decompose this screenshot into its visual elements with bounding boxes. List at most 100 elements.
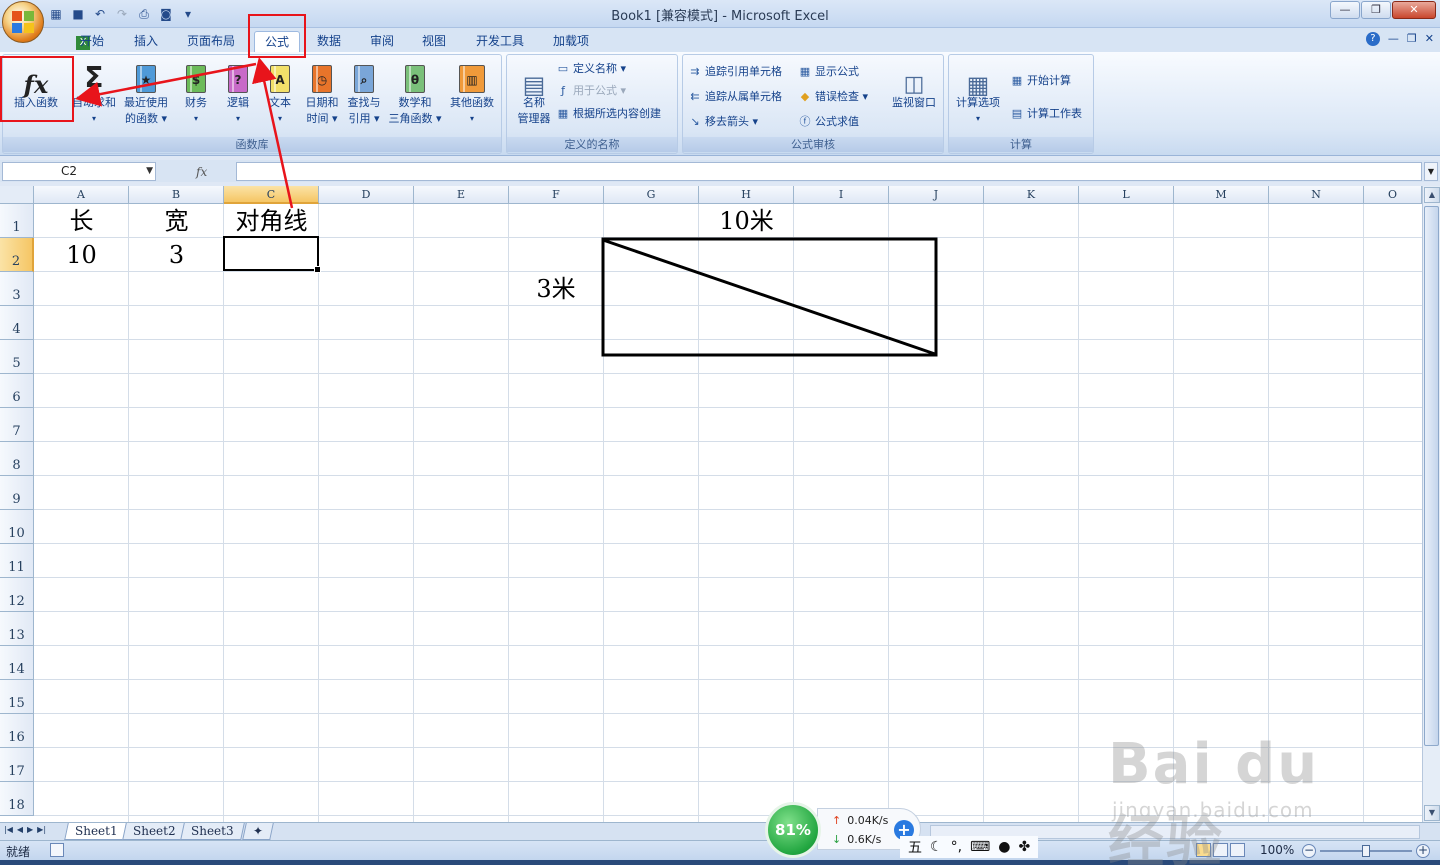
evaluate-formula-icon: ⓕ [799, 115, 811, 128]
first-sheet-icon[interactable]: |◀ [4, 825, 13, 834]
zoom-out-icon[interactable]: − [1302, 844, 1316, 858]
ime-mode[interactable]: 五 [908, 837, 922, 857]
punctuation-icon[interactable]: °, [951, 839, 962, 855]
sheet-tab-2[interactable]: Sheet2 [122, 823, 187, 840]
trace-dependents-icon: ⇇ [690, 90, 700, 103]
scroll-up-icon[interactable]: ▲ [1424, 187, 1440, 203]
page-break-view-icon[interactable] [1230, 843, 1245, 857]
group-calculation: ▦ 计算选项 ▾ ▦ 开始计算 ▤ 计算工作表 计算 [948, 54, 1094, 154]
trace-dependents-button[interactable]: ⇇ 追踪从属单元格 [687, 88, 782, 106]
name-box-dropdown-icon[interactable]: ▼ [146, 163, 153, 180]
restore-button[interactable]: ❐ [1361, 1, 1391, 19]
calc-sheet-button[interactable]: ▤ 计算工作表 [1009, 105, 1082, 123]
zoom-in-icon[interactable]: + [1416, 844, 1430, 858]
tab-review[interactable]: 审阅 [360, 31, 404, 52]
network-monitor-widget[interactable]: ↑ 0.04K/s ↓ 0.6K/s + 81% [765, 802, 921, 858]
math-label-2: 三角函数 ▾ [388, 112, 442, 125]
group-label-defined-names: 定义的名称 [507, 137, 677, 152]
memory-usage-ball[interactable]: 81% [765, 802, 821, 858]
normal-view-icon[interactable] [1196, 843, 1211, 857]
math-trig-button[interactable]: θ 数学和 三角函数 ▾ [385, 59, 445, 127]
prev-sheet-icon[interactable]: ◀ [17, 825, 23, 834]
text-book-icon: A [270, 65, 290, 93]
last-sheet-icon[interactable]: ▶| [37, 825, 46, 834]
vertical-scrollbar[interactable]: ▲ ▼ [1422, 186, 1440, 822]
group-label-formula-auditing: 公式审核 [683, 137, 943, 152]
tab-insert[interactable]: 插入 [124, 31, 168, 52]
office-button[interactable] [2, 1, 44, 43]
insert-sheet-icon[interactable]: ✦ [242, 823, 274, 840]
financial-book-icon: $ [186, 65, 206, 93]
sheet-navigation: |◀ ◀ ▶ ▶| [4, 825, 46, 834]
error-checking-button[interactable]: ◆ 错误检查 ▾ [797, 88, 868, 106]
name-manager-label-1: 名称 [523, 96, 545, 109]
calc-now-button[interactable]: ▦ 开始计算 [1009, 72, 1071, 90]
tab-developer[interactable]: 开发工具 [466, 31, 534, 52]
define-name-button[interactable]: ▭ 定义名称 ▾ [555, 60, 626, 78]
ribbon-close-icon[interactable]: ✕ [1425, 32, 1434, 46]
help-icon[interactable]: ? [1365, 32, 1380, 46]
ribbon-restore-icon[interactable]: ❐ [1407, 32, 1417, 46]
math-label-1: 数学和 [398, 96, 432, 109]
scroll-down-icon[interactable]: ▼ [1424, 805, 1440, 821]
calc-options-button[interactable]: ▦ 计算选项 ▾ [951, 59, 1005, 127]
page-layout-view-icon[interactable] [1213, 843, 1228, 857]
tab-home[interactable]: 开始 [70, 31, 114, 52]
macro-record-icon[interactable] [50, 843, 64, 857]
tab-addins[interactable]: 加载项 [543, 31, 599, 52]
minimize-button[interactable]: — [1330, 1, 1360, 19]
recent-functions-button[interactable]: ★ 最近使用 的函数 ▾ [121, 59, 171, 127]
view-buttons [1196, 843, 1245, 857]
insert-function-fx-icon[interactable]: fx [196, 165, 207, 179]
sheet-tab-3[interactable]: Sheet3 [180, 823, 245, 840]
watch-window-button[interactable]: ◫ 监视窗口 [887, 59, 941, 111]
sheet-tab-1[interactable]: Sheet1 [64, 823, 129, 840]
name-box[interactable]: C2 ▼ [2, 162, 156, 181]
calc-options-dropdown-icon: ▾ [975, 114, 980, 123]
tab-page-layout[interactable]: 页面布局 [177, 31, 245, 52]
group-label-function-library: 函数库 [3, 137, 501, 152]
autosum-button[interactable]: Σ 自动求和 ▾ [69, 59, 119, 127]
zoom-level[interactable]: 100% [1260, 843, 1294, 857]
download-arrow-icon: ↓ [832, 833, 842, 846]
datetime-book-icon: ◷ [312, 65, 332, 93]
soft-keyboard-icon[interactable]: ⌨ [970, 839, 990, 855]
scroll-thumb[interactable] [1424, 206, 1439, 746]
remove-arrows-button[interactable]: ↘ 移去箭头 ▾ [687, 113, 758, 131]
formula-expand-icon[interactable]: ▼ [1424, 162, 1438, 181]
diagonal-line[interactable] [602, 238, 936, 356]
autosum-label: 自动求和 [72, 96, 116, 109]
worksheet-grid[interactable]: ABCDEFGHIJKLMNO 1 2 3 4 5 6 7 8 9 10 11 12 13 14 15 16 1… [0, 186, 1422, 822]
tab-data[interactable]: 数据 [307, 31, 351, 52]
next-sheet-icon[interactable]: ▶ [27, 825, 33, 834]
calc-options-label: 计算选项 [956, 96, 1000, 109]
close-button[interactable]: ✕ [1392, 1, 1436, 19]
tab-view[interactable]: 视图 [412, 31, 456, 52]
evaluate-formula-button[interactable]: ⓕ 公式求值 [797, 113, 860, 131]
user-icon[interactable]: ● [998, 839, 1010, 855]
ribbon-minimize-icon[interactable]: — [1388, 32, 1399, 46]
lookup-book-icon: ⌕ [354, 65, 374, 93]
lookup-button[interactable]: ⌕ 查找与 引用 ▾ [339, 59, 389, 127]
fx-area: fx [160, 162, 236, 181]
rectangle-diagram[interactable] [0, 186, 1422, 822]
lookup-label-1: 查找与 [347, 96, 381, 109]
calc-options-icon: ▦ [966, 71, 990, 99]
name-manager-button[interactable]: ▤ 名称 管理器 [509, 59, 559, 127]
window-title: Book1 [兼容模式] - Microsoft Excel [611, 9, 829, 24]
trace-precedents-button[interactable]: ⇉ 追踪引用单元格 [687, 63, 782, 81]
define-name-icon: ▭ [557, 62, 569, 75]
half-width-moon-icon[interactable]: ☾ [930, 839, 943, 855]
show-formulas-icon: ▦ [799, 65, 811, 78]
more-functions-button[interactable]: ▥ 其他函数 ▾ [447, 59, 497, 127]
use-in-formula-button[interactable]: ƒ 用于公式 ▾ [555, 82, 626, 100]
name-box-value: C2 [61, 164, 78, 178]
recent-label-2: 的函数 ▾ [124, 112, 168, 125]
formula-input[interactable] [236, 162, 1422, 181]
ribbon-window-controls: ? — ❐ ✕ [1365, 32, 1434, 46]
ime-menu-icon[interactable]: ✤ [1018, 839, 1030, 855]
show-formulas-button[interactable]: ▦ 显示公式 [797, 63, 859, 81]
create-from-selection-button[interactable]: ▦ 根据所选内容创建 [555, 105, 661, 123]
zoom-slider-thumb[interactable] [1362, 845, 1370, 857]
highlight-insert-function [0, 56, 74, 122]
